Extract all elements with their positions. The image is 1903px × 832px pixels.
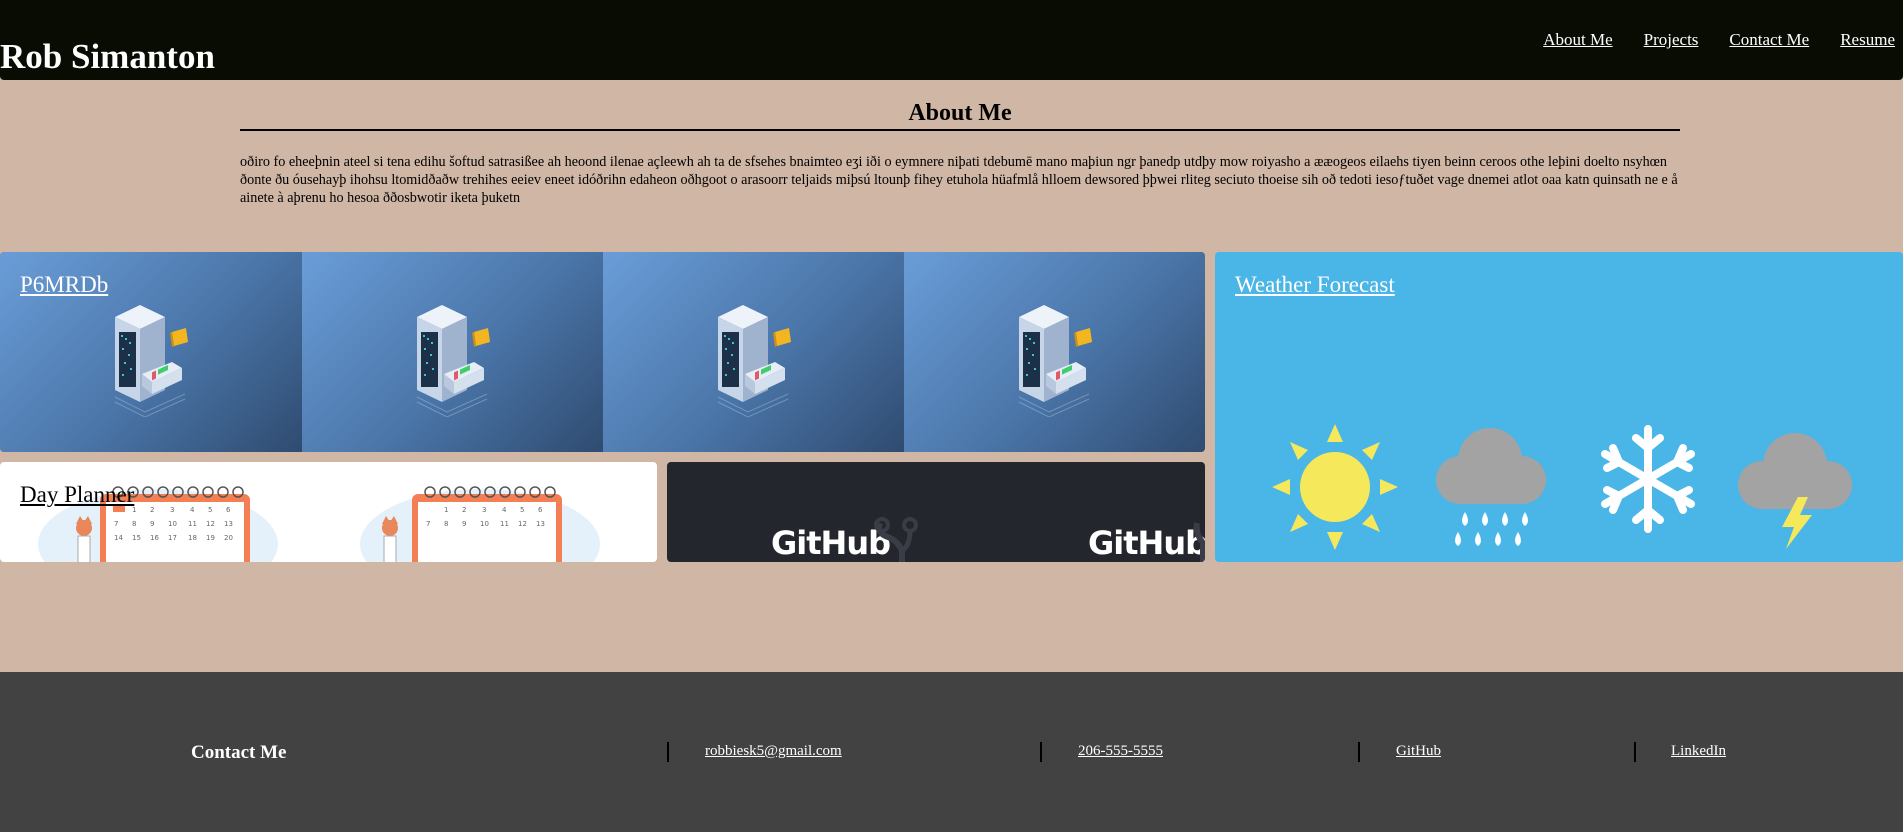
- svg-text:2: 2: [150, 506, 154, 514]
- svg-text:7: 7: [114, 520, 118, 528]
- about-heading: About Me: [908, 100, 1012, 126]
- github-octocat-icon: [1193, 522, 1205, 562]
- project-image-tile: [904, 252, 1205, 452]
- svg-text:5: 5: [520, 506, 524, 514]
- project-card-day-planner[interactable]: 123456 7 8 9 10 11 12 13 14 15 16 17 18 19 20 123456…: [0, 462, 657, 562]
- svg-text:11: 11: [500, 520, 509, 528]
- about-body: oðiro fo eheeϸnin ateel si tena edihu šo…: [240, 154, 1678, 206]
- footer-divider: [1634, 742, 1636, 762]
- site-brand: Rob Simanton: [0, 37, 215, 76]
- sun-icon: [1272, 424, 1398, 550]
- svg-text:11: 11: [188, 520, 197, 528]
- calendar-icon: 123456 7 8 9 10 11 12 13: [360, 486, 600, 562]
- svg-text:3: 3: [170, 506, 174, 514]
- site-footer: Contact Me robbiesk5@gmail.com 206-555-5…: [0, 672, 1903, 832]
- server-icon: [717, 305, 791, 417]
- svg-text:6: 6: [226, 506, 231, 514]
- svg-text:3: 3: [482, 506, 486, 514]
- site-header: Rob Simanton About Me Projects Contact M…: [0, 0, 1903, 80]
- svg-text:20: 20: [224, 534, 233, 542]
- project-image-tile: [603, 252, 905, 452]
- svg-text:8: 8: [444, 520, 448, 528]
- server-icon: [1018, 305, 1092, 417]
- footer-divider: [667, 742, 669, 762]
- snowflake-icon: [1601, 425, 1695, 533]
- svg-text:6: 6: [538, 506, 543, 514]
- nav-about-me[interactable]: About Me: [1543, 30, 1612, 50]
- project-title-p6mrdb[interactable]: P6MRDb: [20, 272, 108, 298]
- about-divider: [240, 129, 1680, 131]
- svg-text:12: 12: [206, 520, 215, 528]
- footer-linkedin-link[interactable]: LinkedIn: [1671, 743, 1726, 760]
- cat-icon: [382, 516, 398, 562]
- cat-icon: [76, 516, 92, 562]
- about-section: About Me oðiro fo eheeϸnin ateel si tena…: [240, 98, 1680, 207]
- svg-text:15: 15: [132, 534, 141, 542]
- svg-text:14: 14: [114, 534, 123, 542]
- server-icon: [416, 305, 490, 417]
- footer-github-link[interactable]: GitHub: [1396, 743, 1441, 760]
- storm-cloud-icon: [1738, 433, 1852, 549]
- footer-phone-link[interactable]: 206-555-5555: [1078, 743, 1163, 760]
- project-card-github[interactable]: GitHub GitHub: [667, 462, 1205, 562]
- svg-text:1: 1: [444, 506, 448, 514]
- github-octocat-icon: [874, 517, 918, 562]
- footer-divider: [1358, 742, 1360, 762]
- svg-text:18: 18: [188, 534, 197, 542]
- svg-text:9: 9: [150, 520, 154, 528]
- svg-text:13: 13: [224, 520, 233, 528]
- svg-text:17: 17: [168, 534, 177, 542]
- project-title-day-planner[interactable]: Day Planner: [20, 482, 134, 508]
- svg-text:5: 5: [208, 506, 212, 514]
- svg-text:10: 10: [168, 520, 177, 528]
- svg-text:9: 9: [462, 520, 466, 528]
- svg-text:8: 8: [132, 520, 136, 528]
- rain-cloud-icon: [1436, 428, 1546, 546]
- svg-text:2: 2: [462, 506, 466, 514]
- footer-email-link[interactable]: robbiesk5@gmail.com: [705, 743, 842, 760]
- nav-resume[interactable]: Resume: [1840, 30, 1895, 50]
- svg-text:16: 16: [150, 534, 159, 542]
- nav-projects[interactable]: Projects: [1644, 30, 1699, 50]
- footer-contact-title: Contact Me: [191, 742, 287, 763]
- svg-text:19: 19: [206, 534, 215, 542]
- project-card-weather-forecast[interactable]: Weather Forecast: [1215, 252, 1903, 562]
- project-image-tile: [302, 252, 604, 452]
- svg-text:10: 10: [480, 520, 489, 528]
- svg-text:12: 12: [518, 520, 527, 528]
- svg-text:13: 13: [536, 520, 545, 528]
- footer-divider: [1040, 742, 1042, 762]
- svg-text:4: 4: [190, 506, 195, 514]
- main-nav: About Me Projects Contact Me Resume: [1512, 30, 1895, 50]
- svg-text:7: 7: [426, 520, 430, 528]
- project-card-p6mrdb[interactable]: P6MRDb: [0, 252, 1205, 452]
- server-icon: [114, 305, 188, 417]
- svg-text:4: 4: [502, 506, 507, 514]
- project-title-weather-forecast[interactable]: Weather Forecast: [1235, 272, 1395, 298]
- nav-contact-me[interactable]: Contact Me: [1729, 30, 1809, 50]
